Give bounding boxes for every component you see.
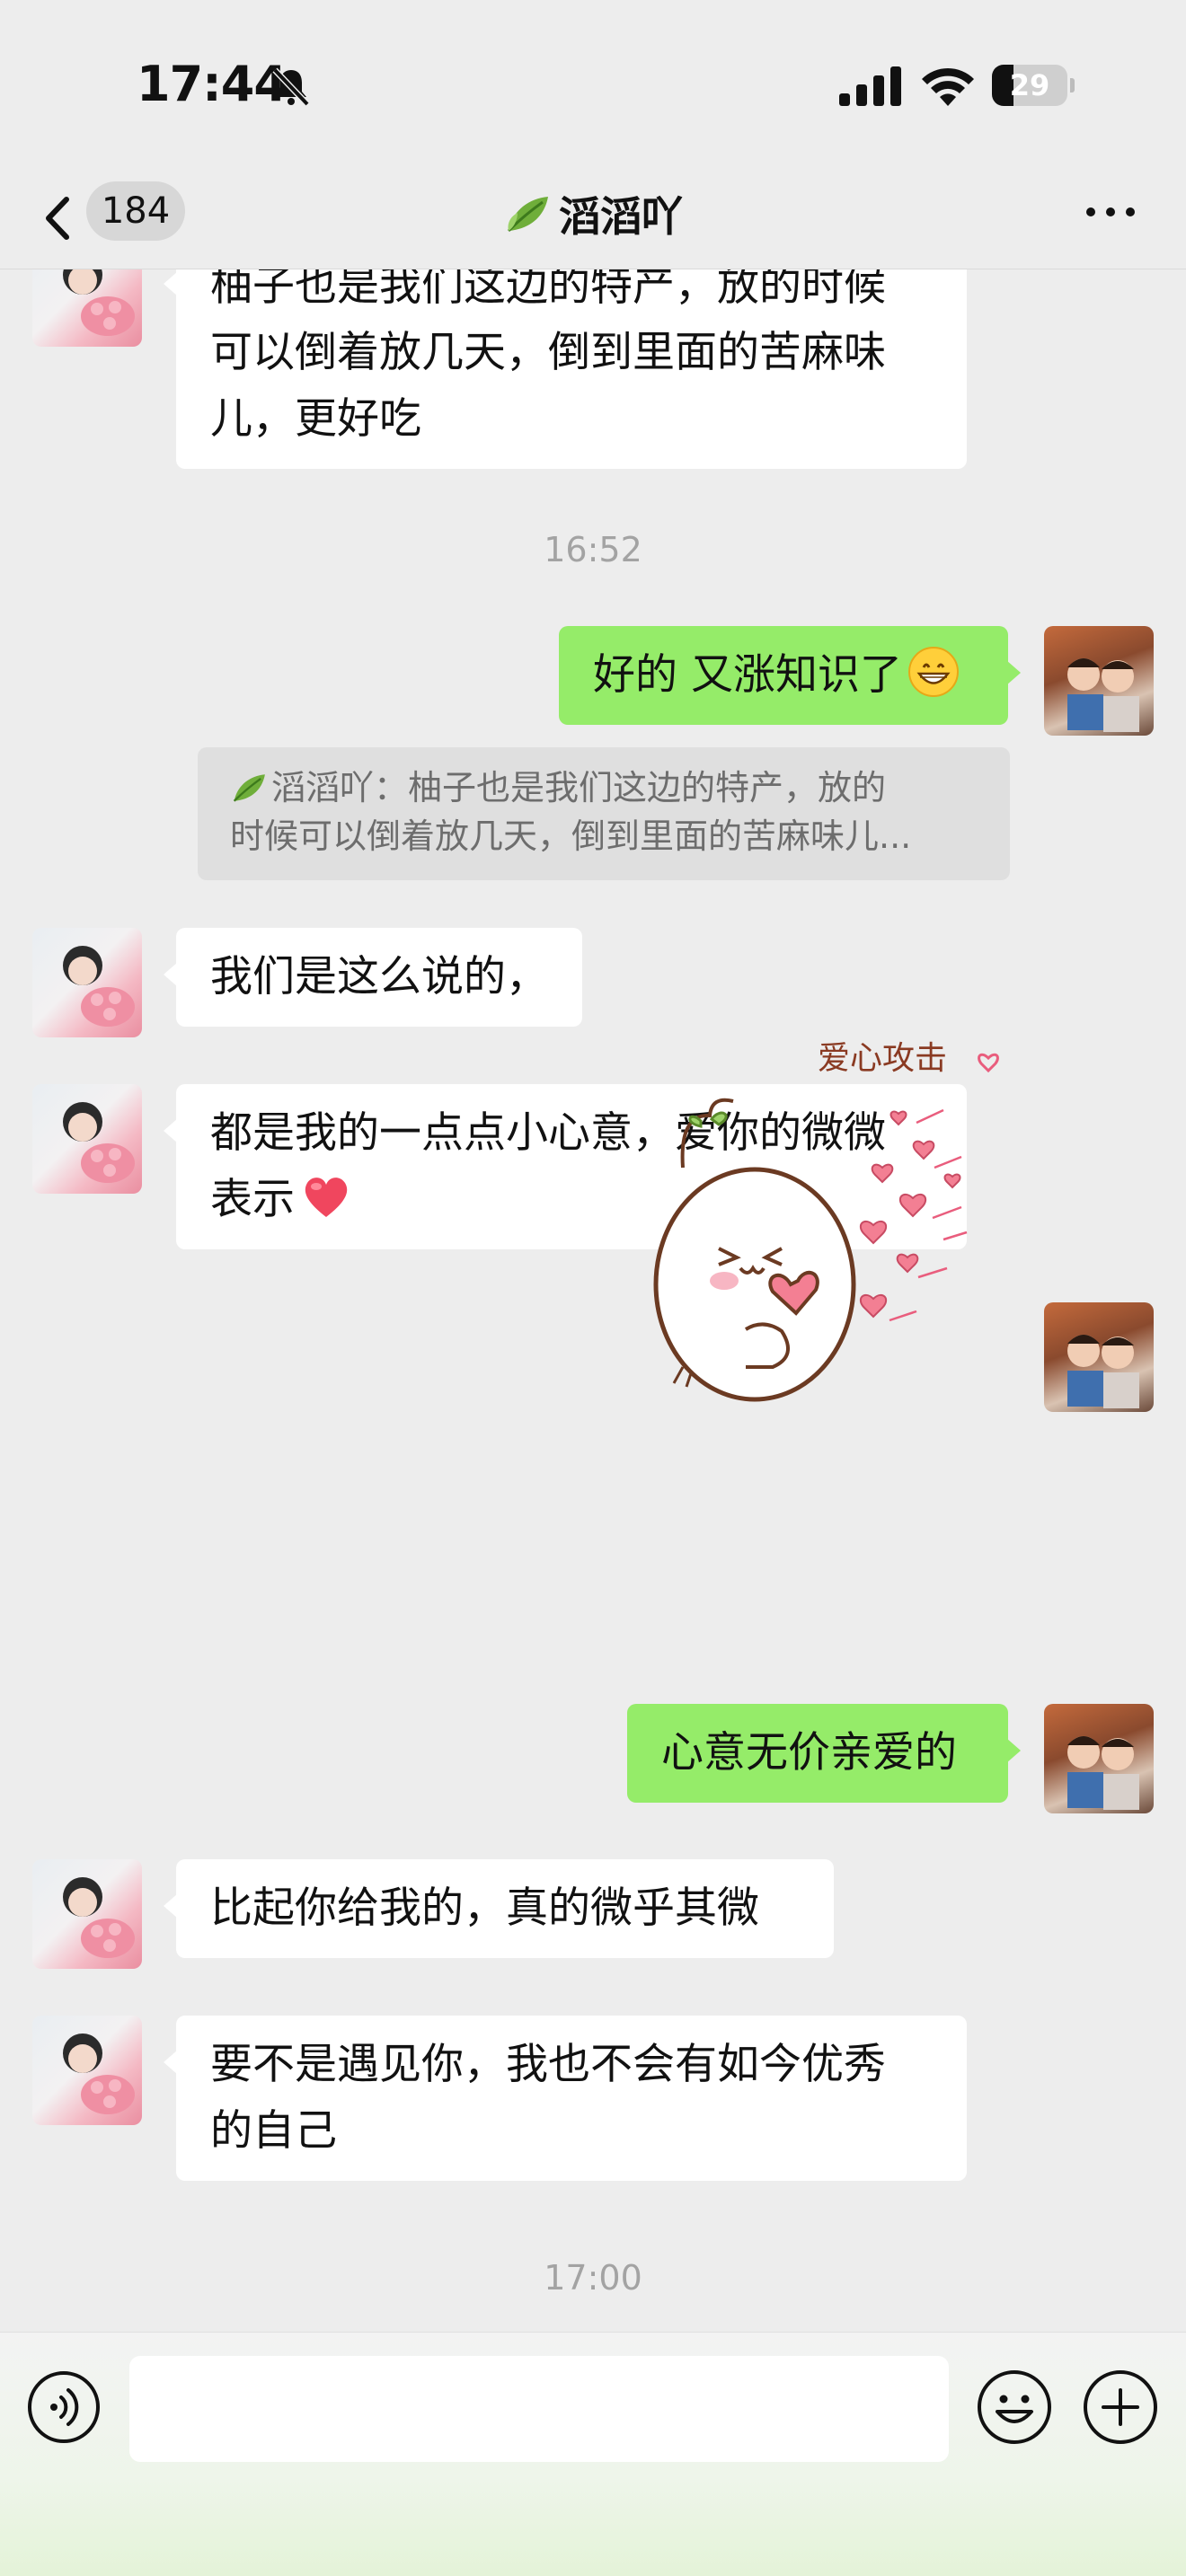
message-text-line: 要不是遇见你，我也不会有如今优秀 (210, 2040, 886, 2089)
input-bar (0, 2332, 1186, 2576)
message-text-line: 可以倒着放几天，倒到里面的苦麻味 (210, 328, 886, 377)
outgoing-message[interactable]: 好的 又涨知识了 (559, 626, 1021, 725)
message-text: 比起你给我的，真的微乎其微 (210, 1883, 759, 1933)
emoji-icon[interactable] (976, 2369, 1053, 2446)
battery-icon: 29 (992, 65, 1075, 106)
message-text-line: 柚子也是我们这边的特产，放的时候 (210, 269, 886, 311)
mute-icon (272, 67, 310, 107)
incoming-message[interactable]: 要不是遇见你，我也不会有如今优秀 的自己 (164, 2016, 967, 2181)
outgoing-message[interactable]: 心意无价亲爱的 (627, 1704, 1021, 1803)
time-stamp: 16:52 (544, 530, 642, 569)
chat-title-area: 滔滔吖 (0, 171, 1186, 257)
plus-icon[interactable] (1082, 2369, 1159, 2446)
leaf-icon (233, 774, 265, 802)
my-avatar[interactable] (1044, 1302, 1154, 1412)
quoted-message[interactable]: 滔滔吖：柚子也是我们这边的特产，放的 时候可以倒着放几天，倒到里面的苦麻味儿..… (198, 747, 1010, 880)
red-heart-icon (305, 1178, 348, 1217)
contact-avatar[interactable] (32, 1859, 142, 1969)
message-text: 心意无价亲爱的 (661, 1728, 957, 1778)
leaf-icon (507, 197, 548, 233)
grinning-face-icon (907, 647, 959, 697)
contact-avatar[interactable] (32, 2016, 142, 2125)
wifi-icon (922, 67, 974, 106)
contact-avatar[interactable] (32, 269, 142, 347)
status-bar: 17:44 29 (0, 0, 1186, 171)
voice-icon[interactable] (27, 2370, 101, 2444)
quote-line: 滔滔吖：柚子也是我们这边的特产，放的 (230, 763, 978, 812)
sticker-caption: 爱心攻击 (818, 1040, 947, 1077)
status-time: 17:44 (137, 56, 288, 112)
time-stamp: 17:00 (544, 2258, 642, 2298)
incoming-message[interactable]: 比起你给我的，真的微乎其微 (164, 1859, 834, 1958)
message-text-line: 的自己 (210, 2106, 337, 2156)
message-text: 我们是这么说的， (210, 952, 548, 1001)
my-avatar[interactable] (1044, 626, 1154, 736)
contact-avatar[interactable] (32, 1084, 142, 1194)
more-icon[interactable] (1082, 196, 1139, 228)
chat-title: 滔滔吖 (559, 192, 683, 241)
incoming-message[interactable]: 我们是这么说的， (164, 928, 582, 1027)
message-input[interactable] (129, 2356, 949, 2462)
quote-line: 时候可以倒着放几天，倒到里面的苦麻味儿... (230, 816, 912, 856)
battery-level: 29 (1009, 68, 1050, 102)
message-text: 好的 又涨知识了 (593, 650, 902, 700)
my-avatar[interactable] (1044, 1704, 1154, 1813)
contact-avatar[interactable] (32, 928, 142, 1037)
chat-header: 184 滔滔吖 (0, 171, 1186, 269)
message-text-line: 儿，更好吃 (210, 394, 421, 444)
love-attack-sticker[interactable]: 爱心攻击 (647, 1033, 1024, 1410)
signal-icon (839, 66, 901, 106)
message-list[interactable]: 柚子也是我们这边的特产，放的时候 可以倒着放几天，倒到里面的苦麻味 儿，更好吃 … (0, 269, 1186, 2332)
incoming-message[interactable]: 柚子也是我们这边的特产，放的时候 可以倒着放几天，倒到里面的苦麻味 儿，更好吃 (164, 269, 967, 469)
